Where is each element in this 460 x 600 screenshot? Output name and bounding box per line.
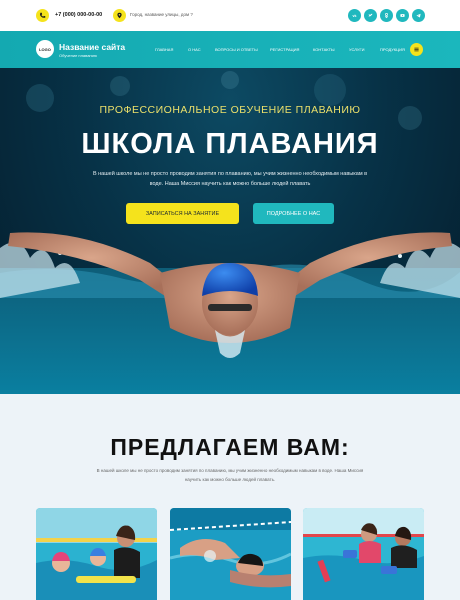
phone-icon bbox=[36, 9, 49, 22]
hero-kicker: ПРОФЕССИОНАЛЬНОЕ ОБУЧЕНИЕ ПЛАВАНИЮ bbox=[99, 104, 361, 116]
vk-icon[interactable]: vk bbox=[348, 9, 361, 22]
hero-title: ШКОЛА ПЛАВАНИЯ bbox=[81, 128, 379, 160]
phone-number[interactable]: +7 (000) 000-00-00 bbox=[55, 12, 102, 18]
youtube-icon[interactable] bbox=[396, 9, 409, 22]
address-text: Город, название улицы, дом ? bbox=[130, 12, 193, 17]
top-bar: +7 (000) 000-00-00 Город, название улицы… bbox=[0, 0, 460, 31]
offer-description: В нашей школе мы не просто проводим заня… bbox=[96, 468, 364, 482]
swimmer-photo bbox=[0, 71, 460, 394]
location-icon bbox=[113, 9, 126, 22]
nav-item-products[interactable]: Продукция bbox=[380, 47, 405, 52]
nav-item-services[interactable]: Услуги bbox=[349, 47, 365, 52]
signup-button[interactable]: ЗАПИСАТЬСЯ НА ЗАНЯТИЕ bbox=[126, 203, 239, 224]
offer-card-aquafitness[interactable] bbox=[303, 508, 424, 600]
hero-section: ПРОФЕССИОНАЛЬНОЕ ОБУЧЕНИЕ ПЛАВАНИЮ ШКОЛА… bbox=[0, 68, 460, 394]
nav-item-about[interactable]: О нас bbox=[188, 47, 201, 52]
offer-card-kids[interactable] bbox=[36, 508, 157, 600]
freestyle-swimmer-photo bbox=[170, 508, 291, 600]
offer-card-freestyle[interactable] bbox=[170, 508, 291, 600]
menu-icon[interactable] bbox=[410, 43, 423, 56]
nav-item-contacts[interactable]: Контакты bbox=[313, 47, 335, 52]
kids-lesson-photo bbox=[36, 508, 157, 600]
nav-item-registration[interactable]: Регистрация bbox=[270, 47, 299, 52]
about-button[interactable]: ПОДРОБНЕЕ О НАС bbox=[253, 203, 334, 224]
site-subtitle: Обучение плаванию bbox=[59, 53, 97, 58]
hero-description: В нашей школе мы не просто проводим заня… bbox=[92, 171, 368, 187]
telegram-icon[interactable] bbox=[412, 9, 425, 22]
site-logo[interactable]: LOGO bbox=[36, 40, 54, 58]
offer-title: ПРЕДЛАГАЕМ ВАМ: bbox=[110, 434, 350, 460]
odnoklassniki-icon[interactable] bbox=[380, 9, 393, 22]
svg-text:vk: vk bbox=[353, 14, 357, 18]
twitter-icon[interactable] bbox=[364, 9, 377, 22]
aquafitness-photo bbox=[303, 508, 424, 600]
site-title[interactable]: Название сайта bbox=[59, 42, 125, 52]
nav-item-faq[interactable]: Вопросы и ответы bbox=[215, 47, 258, 52]
nav-item-home[interactable]: Главная bbox=[155, 47, 173, 52]
